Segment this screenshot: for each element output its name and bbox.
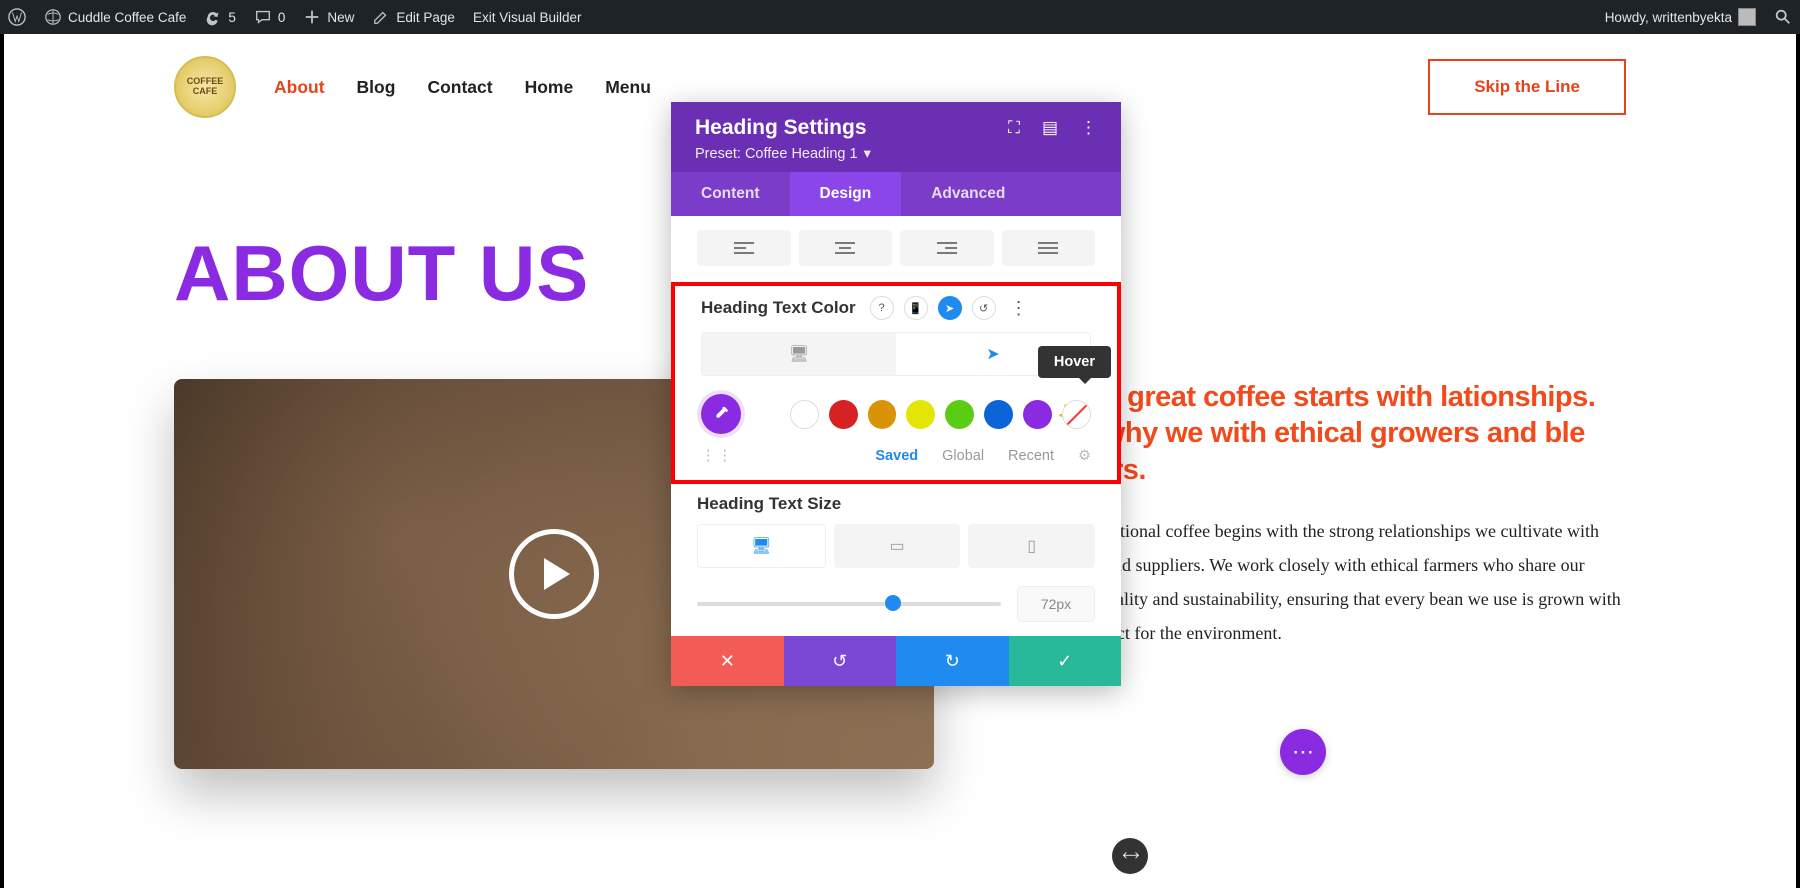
align-right-button[interactable]: [900, 230, 994, 266]
site-logo[interactable]: COFFEE CAFE: [174, 56, 236, 118]
align-justify-button[interactable]: [1002, 230, 1096, 266]
reset-icon[interactable]: ↺: [972, 296, 996, 320]
skip-line-button[interactable]: Skip the Line: [1428, 59, 1626, 115]
panel-tabs: Content Design Advanced: [671, 172, 1121, 216]
more-options-icon[interactable]: ⋮: [1006, 298, 1032, 319]
avatar: [1738, 8, 1756, 26]
cursor-mode-icon[interactable]: ➤: [938, 296, 962, 320]
nav-blog[interactable]: Blog: [357, 77, 396, 98]
exit-builder-link[interactable]: Exit Visual Builder: [473, 10, 582, 25]
panel-title: Heading Settings: [695, 116, 867, 140]
swatch-black[interactable]: [751, 400, 780, 429]
size-phone-tab[interactable]: ▯: [968, 524, 1095, 568]
tab-content[interactable]: Content: [671, 172, 790, 216]
state-desktop-tab[interactable]: 🖥: [702, 333, 896, 375]
swatch-amber[interactable]: [868, 400, 897, 429]
builder-fab[interactable]: ⋯: [1280, 729, 1326, 775]
play-button-icon[interactable]: [509, 529, 599, 619]
palette-global[interactable]: Global: [942, 448, 984, 464]
site-name[interactable]: Cuddle Coffee Cafe: [44, 8, 186, 26]
confirm-button[interactable]: ✓: [1009, 636, 1122, 686]
state-tabs: 🖥 ➤: [701, 332, 1091, 376]
heading-settings-panel: Heading Settings ⛶ ▤ ⋮ Preset: Coffee He…: [671, 102, 1121, 686]
updates-link[interactable]: 5: [204, 8, 236, 26]
search-icon[interactable]: [1774, 8, 1792, 26]
palette-drag-icon[interactable]: ⋮⋮: [701, 448, 734, 464]
list-icon[interactable]: ▤: [1042, 118, 1058, 138]
palette-saved[interactable]: Saved: [875, 448, 918, 464]
size-setting-label: Heading Text Size: [697, 494, 1095, 514]
focus-icon[interactable]: ⛶: [1008, 118, 1020, 138]
swatch-none[interactable]: [1062, 400, 1091, 429]
text-align-row: [671, 216, 1121, 280]
comments-link[interactable]: 0: [254, 8, 286, 26]
color-swatches: [701, 394, 1091, 434]
swatch-green[interactable]: [945, 400, 974, 429]
howdy-user[interactable]: Howdy, writtenbyekta: [1605, 8, 1756, 26]
color-setting-label: Heading Text Color: [701, 298, 856, 318]
panel-more-icon[interactable]: ⋮: [1080, 118, 1097, 138]
hover-tooltip: Hover: [1038, 346, 1111, 378]
panel-header[interactable]: Heading Settings ⛶ ▤ ⋮ Preset: Coffee He…: [671, 102, 1121, 172]
redo-button[interactable]: ↻: [896, 636, 1009, 686]
size-section: Heading Text Size 🖥 ▭ ▯ 72px: [671, 484, 1121, 636]
chevron-down-icon: ▾: [864, 146, 871, 162]
nav-home[interactable]: Home: [525, 77, 574, 98]
size-desktop-tab[interactable]: 🖥: [697, 524, 826, 568]
swatch-white[interactable]: [790, 400, 819, 429]
swatch-blue[interactable]: [984, 400, 1013, 429]
help-icon[interactable]: ?: [870, 296, 894, 320]
desktop-icon: 🖥: [789, 344, 809, 364]
expand-fab[interactable]: ⤢: [1105, 831, 1156, 882]
nav-menu[interactable]: Menu: [605, 77, 651, 98]
nav-contact[interactable]: Contact: [427, 77, 492, 98]
nav-about[interactable]: About: [274, 77, 325, 98]
wp-admin-bar: Cuddle Coffee Cafe 5 0 New Edit Page Exi…: [0, 0, 1800, 34]
slider-thumb[interactable]: [885, 595, 901, 611]
new-link[interactable]: New: [303, 8, 354, 26]
device-mobile-icon[interactable]: 📱: [904, 296, 928, 320]
eyedropper-button[interactable]: [701, 394, 741, 434]
tab-advanced[interactable]: Advanced: [901, 172, 1035, 216]
page: COFFEE CAFE About Blog Contact Home Menu…: [0, 34, 1800, 888]
size-slider[interactable]: [697, 601, 1001, 607]
panel-actions: ✕ ↺ ↻ ✓: [671, 636, 1121, 686]
palette-footer: ⋮⋮ Saved Global Recent ⚙: [701, 448, 1091, 464]
tab-design[interactable]: Design: [790, 172, 902, 216]
swatch-purple[interactable]: [1023, 400, 1052, 429]
cursor-icon: ➤: [986, 344, 999, 364]
color-section-highlight: Heading Text Color ? 📱 ➤ ↺ ⋮ Hover 🖥 ➤ 👆: [671, 282, 1121, 484]
size-tablet-tab[interactable]: ▭: [834, 524, 961, 568]
palette-recent[interactable]: Recent: [1008, 448, 1054, 464]
align-left-button[interactable]: [697, 230, 791, 266]
align-center-button[interactable]: [799, 230, 893, 266]
edit-page-link[interactable]: Edit Page: [372, 8, 455, 26]
primary-nav: About Blog Contact Home Menu: [274, 77, 651, 98]
wp-logo-icon[interactable]: [8, 8, 26, 26]
close-button[interactable]: ✕: [671, 636, 784, 686]
preset-selector[interactable]: Preset: Coffee Heading 1 ▾: [695, 146, 1097, 162]
slider-track: [697, 602, 1001, 606]
undo-button[interactable]: ↺: [784, 636, 897, 686]
size-value-input[interactable]: 72px: [1017, 586, 1095, 622]
swatch-yellow[interactable]: [906, 400, 935, 429]
palette-gear-icon[interactable]: ⚙: [1078, 448, 1091, 464]
swatch-red[interactable]: [829, 400, 858, 429]
